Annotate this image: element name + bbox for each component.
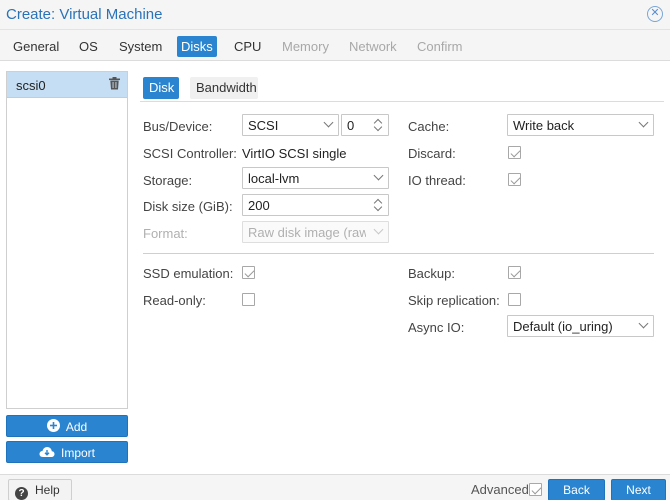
section-divider xyxy=(143,253,654,254)
tab-os[interactable]: OS xyxy=(75,36,102,57)
storage-label: Storage: xyxy=(143,173,193,188)
question-circle-icon: ? xyxy=(15,487,28,500)
subtab-disk[interactable]: Disk xyxy=(143,77,179,99)
next-button[interactable]: Next xyxy=(611,479,666,500)
chevron-down-icon xyxy=(638,318,649,329)
chevron-down-icon xyxy=(323,117,334,128)
help-button[interactable]: ? Help xyxy=(8,479,72,500)
disk-size-input[interactable]: 200 xyxy=(242,194,389,216)
wizard-tabs: General OS System Disks CPU Memory Netwo… xyxy=(0,30,670,61)
scsi-controller-value: VirtIO SCSI single xyxy=(242,146,347,161)
advanced-checkbox[interactable] xyxy=(529,483,542,496)
import-button-label: Import xyxy=(60,446,95,460)
cache-value: Write back xyxy=(513,118,575,133)
back-button[interactable]: Back xyxy=(548,479,605,500)
subtab-divider xyxy=(140,101,664,102)
disk-size-label: Disk size (GiB): xyxy=(143,199,233,214)
ssd-emulation-label: SSD emulation: xyxy=(143,266,234,281)
spinner-arrows-icon[interactable] xyxy=(373,197,383,213)
async-io-value: Default (io_uring) xyxy=(513,319,613,334)
disk-list-item[interactable]: scsi0 xyxy=(7,72,127,98)
ssd-emulation-checkbox[interactable] xyxy=(242,266,255,279)
tab-system[interactable]: System xyxy=(115,36,166,57)
window-titlebar: Create: Virtual Machine ✕ xyxy=(0,0,670,30)
advanced-label: Advanced xyxy=(471,482,529,497)
backup-checkbox[interactable] xyxy=(508,266,521,279)
trash-icon[interactable] xyxy=(109,77,120,93)
cache-select[interactable]: Write back xyxy=(507,114,654,136)
storage-select[interactable]: local-lvm xyxy=(242,167,389,189)
read-only-label: Read-only: xyxy=(143,293,206,308)
format-select: Raw disk image (raw) xyxy=(242,221,389,243)
add-disk-button[interactable]: Add xyxy=(6,415,128,437)
discard-checkbox[interactable] xyxy=(508,146,521,159)
window-title: Create: Virtual Machine xyxy=(6,6,163,23)
tab-disks[interactable]: Disks xyxy=(177,36,217,57)
tab-general[interactable]: General xyxy=(9,36,63,57)
iothread-label: IO thread: xyxy=(408,173,466,188)
format-label: Format: xyxy=(143,226,188,241)
chevron-down-icon xyxy=(373,224,384,235)
read-only-checkbox[interactable] xyxy=(242,293,255,306)
disk-size-value: 200 xyxy=(248,198,270,213)
tab-network: Network xyxy=(349,39,397,54)
tab-cpu[interactable]: CPU xyxy=(230,36,265,57)
async-io-select[interactable]: Default (io_uring) xyxy=(507,315,654,337)
cloud-download-icon xyxy=(39,443,55,465)
format-value: Raw disk image (raw) xyxy=(248,225,366,240)
discard-label: Discard: xyxy=(408,146,456,161)
plus-circle-icon xyxy=(46,417,60,439)
tab-memory: Memory xyxy=(282,39,329,54)
tab-confirm: Confirm xyxy=(417,39,463,54)
cache-label: Cache: xyxy=(408,119,450,134)
spinner-arrows-icon[interactable] xyxy=(373,117,383,133)
chevron-down-icon xyxy=(638,117,649,128)
scsi-controller-label: SCSI Controller: xyxy=(143,146,237,161)
skip-replication-label: Skip replication: xyxy=(408,293,500,308)
async-io-label: Async IO: xyxy=(408,320,465,335)
chevron-down-icon xyxy=(373,170,384,181)
close-icon[interactable]: ✕ xyxy=(647,6,663,22)
bus-device-label: Bus/Device: xyxy=(143,119,213,134)
subtab-bandwidth[interactable]: Bandwidth xyxy=(190,77,258,99)
disk-list-item-label: scsi0 xyxy=(16,78,46,93)
add-button-label: Add xyxy=(65,420,88,434)
skip-replication-checkbox[interactable] xyxy=(508,293,521,306)
device-number-spinner[interactable]: 0 xyxy=(341,114,389,136)
disk-list: scsi0 xyxy=(6,71,128,409)
backup-label: Backup: xyxy=(408,266,455,281)
device-value: 0 xyxy=(347,118,355,133)
iothread-checkbox[interactable] xyxy=(508,173,521,186)
help-button-label: Help xyxy=(35,483,60,497)
bus-select[interactable]: SCSI xyxy=(242,114,339,136)
dialog-footer: ? Help Advanced Back Next xyxy=(0,474,670,500)
storage-value: local-lvm xyxy=(248,171,300,186)
bus-value: SCSI xyxy=(248,118,279,133)
import-disk-button[interactable]: Import xyxy=(6,441,128,463)
